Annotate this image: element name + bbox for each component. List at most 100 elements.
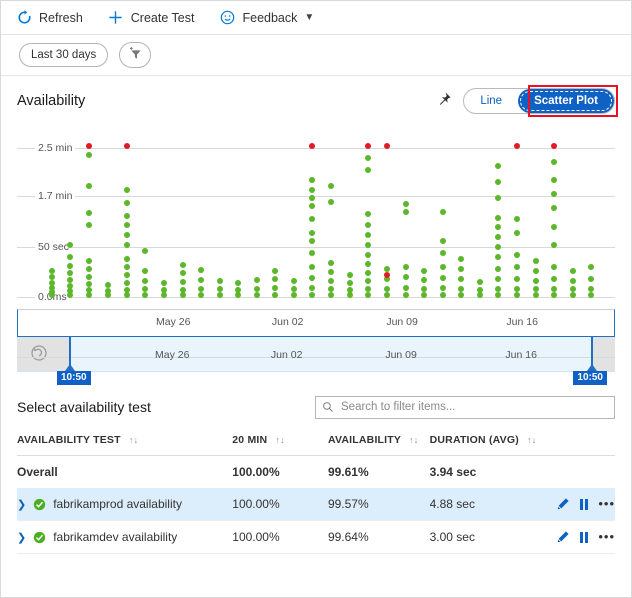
scatter-point-success[interactable]: [495, 179, 501, 185]
scatter-point-success[interactable]: [217, 278, 223, 284]
edit-icon[interactable]: [556, 530, 570, 544]
scatter-point-success[interactable]: [440, 238, 446, 244]
scatter-point-success[interactable]: [142, 248, 148, 254]
scatter-point-success[interactable]: [309, 275, 315, 281]
scatter-point-success[interactable]: [309, 177, 315, 183]
scatter-point-success[interactable]: [514, 286, 520, 292]
scatter-point-success[interactable]: [124, 256, 130, 262]
scatter-point-success[interactable]: [272, 285, 278, 291]
scatter-point-success[interactable]: [142, 292, 148, 298]
scatter-point-success[interactable]: [347, 280, 353, 286]
scatter-point-success[interactable]: [49, 274, 55, 280]
scatter-point-success[interactable]: [514, 264, 520, 270]
scatter-point-success[interactable]: [495, 163, 501, 169]
scatter-point-success[interactable]: [124, 287, 130, 293]
scatter-point-success[interactable]: [365, 242, 371, 248]
scatter-point-success[interactable]: [161, 280, 167, 286]
scatter-point-success[interactable]: [458, 292, 464, 298]
scatter-point-failure[interactable]: [86, 143, 92, 149]
test-name-cell[interactable]: ❯fabrikamdev availability: [17, 521, 232, 554]
scatter-point-success[interactable]: [124, 232, 130, 238]
scatter-point-success[interactable]: [551, 224, 557, 230]
scatter-point-success[interactable]: [365, 222, 371, 228]
scatter-point-success[interactable]: [495, 244, 501, 250]
scatter-point-success[interactable]: [495, 276, 501, 282]
scatter-point-success[interactable]: [86, 266, 92, 272]
chevron-right-icon[interactable]: ❯: [17, 498, 26, 511]
scatter-point-success[interactable]: [458, 276, 464, 282]
scatter-point-success[interactable]: [309, 187, 315, 193]
scatter-point-success[interactable]: [124, 200, 130, 206]
scatter-point-success[interactable]: [477, 279, 483, 285]
refresh-button[interactable]: Refresh: [15, 5, 93, 31]
scatter-point-success[interactable]: [309, 238, 315, 244]
scatter-point-success[interactable]: [421, 268, 427, 274]
scatter-point-success[interactable]: [365, 278, 371, 284]
scatter-point-failure[interactable]: [365, 143, 371, 149]
scatter-point-success[interactable]: [328, 199, 334, 205]
scatter-point-success[interactable]: [588, 292, 594, 298]
scatter-point-success[interactable]: [198, 292, 204, 298]
scatter-point-success[interactable]: [551, 292, 557, 298]
scatter-point-success[interactable]: [328, 292, 334, 298]
scatter-point-success[interactable]: [309, 216, 315, 222]
scatter-point-success[interactable]: [105, 282, 111, 288]
scatter-point-success[interactable]: [124, 242, 130, 248]
feedback-button[interactable]: Feedback ▼: [218, 5, 324, 31]
scatter-point-success[interactable]: [198, 267, 204, 273]
scatter-point-success[interactable]: [514, 292, 520, 298]
sort-toggle-20-min[interactable]: ↑↓: [275, 435, 284, 445]
sort-toggle-availability-test[interactable]: ↑↓: [129, 435, 138, 445]
scatter-point-success[interactable]: [67, 270, 73, 276]
scatter-point-success[interactable]: [291, 278, 297, 284]
scatter-point-success[interactable]: [328, 260, 334, 266]
scatter-point-success[interactable]: [440, 264, 446, 270]
scatter-point-failure[interactable]: [384, 272, 390, 278]
reset-zoom-button[interactable]: [29, 344, 49, 364]
scatter-point-success[interactable]: [551, 286, 557, 292]
scatter-point-success[interactable]: [67, 277, 73, 283]
pin-button[interactable]: [432, 90, 454, 112]
scatter-point-success[interactable]: [254, 277, 260, 283]
scatter-point-success[interactable]: [67, 254, 73, 260]
scatter-point-success[interactable]: [142, 268, 148, 274]
scatter-point-success[interactable]: [477, 287, 483, 293]
scatter-point-success[interactable]: [180, 279, 186, 285]
time-range-pill[interactable]: Last 30 days: [19, 43, 108, 67]
scatter-point-failure[interactable]: [514, 143, 520, 149]
column-header-availability[interactable]: AVAILABILITY ↑↓: [328, 434, 430, 456]
scatter-point-success[interactable]: [570, 292, 576, 298]
scatter-point-success[interactable]: [86, 274, 92, 280]
scatter-point-success[interactable]: [142, 286, 148, 292]
scatter-point-success[interactable]: [514, 230, 520, 236]
scatter-point-success[interactable]: [124, 264, 130, 270]
scatter-point-success[interactable]: [328, 183, 334, 189]
add-filter-button[interactable]: [119, 42, 151, 68]
scatter-point-success[interactable]: [272, 276, 278, 282]
scatter-point-success[interactable]: [403, 274, 409, 280]
create-test-button[interactable]: Create Test: [107, 5, 205, 31]
scatter-point-success[interactable]: [551, 177, 557, 183]
scatter-point-success[interactable]: [440, 250, 446, 256]
column-header-duration[interactable]: DURATION (AVG) ↑↓: [430, 434, 532, 456]
scatter-point-success[interactable]: [328, 286, 334, 292]
scatter-point-success[interactable]: [365, 155, 371, 161]
scatter-point-success[interactable]: [365, 232, 371, 238]
scatter-point-success[interactable]: [384, 292, 390, 298]
scatter-point-success[interactable]: [403, 209, 409, 215]
table-row-overall[interactable]: Overall100.00%99.61%3.94 sec: [17, 456, 615, 489]
scatter-point-success[interactable]: [198, 286, 204, 292]
scatter-point-success[interactable]: [365, 292, 371, 298]
scatter-point-failure[interactable]: [384, 143, 390, 149]
more-icon[interactable]: •••: [598, 533, 615, 541]
filter-search-box[interactable]: [315, 396, 615, 419]
scatter-point-success[interactable]: [142, 278, 148, 284]
scatter-point-success[interactable]: [328, 269, 334, 275]
scatter-point-success[interactable]: [365, 252, 371, 258]
scatter-point-success[interactable]: [514, 252, 520, 258]
scatter-point-success[interactable]: [421, 277, 427, 283]
scatter-point-failure[interactable]: [124, 143, 130, 149]
scatter-point-success[interactable]: [328, 278, 334, 284]
column-header-20-min[interactable]: 20 MIN ↑↓: [232, 434, 328, 456]
scatter-point-success[interactable]: [570, 268, 576, 274]
